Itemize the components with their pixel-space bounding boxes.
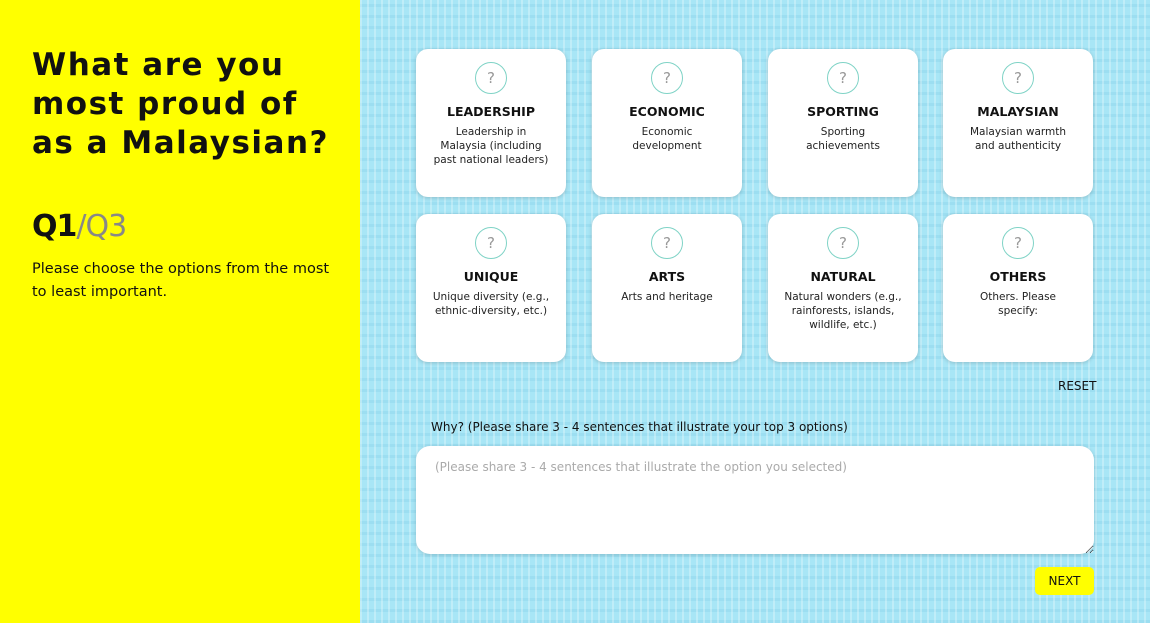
why-label: Why? (Please share 3 - 4 sentences that …	[431, 420, 848, 434]
progress-total: Q3	[85, 209, 128, 244]
option-description: Malaysian warmth and authenticity	[969, 126, 1067, 152]
question-mark-icon: ?	[475, 62, 507, 94]
question-mark-icon: ?	[475, 227, 507, 259]
question-progress: Q1/Q3	[32, 207, 128, 247]
option-description: Others. Please specify:	[979, 291, 1057, 317]
question-mark-icon: ?	[1002, 227, 1034, 259]
option-card-others[interactable]: ? OTHERS Others. Please specify:	[943, 214, 1093, 362]
option-card-unique[interactable]: ? UNIQUE Unique diversity (e.g., ethnic-…	[416, 214, 566, 362]
question-mark-icon: ?	[651, 227, 683, 259]
question-mark-icon: ?	[651, 62, 683, 94]
option-description: Arts and heritage	[621, 291, 713, 303]
option-card-sporting[interactable]: ? SPORTING Sporting achievements	[768, 49, 918, 197]
option-card-natural[interactable]: ? NATURAL Natural wonders (e.g., rainfor…	[768, 214, 918, 362]
progress-separator: /	[76, 209, 86, 244]
why-textarea[interactable]	[416, 446, 1094, 554]
option-title: ARTS	[648, 269, 686, 284]
question-mark-icon: ?	[827, 227, 859, 259]
option-description: Economic development	[632, 126, 702, 152]
question-mark-icon: ?	[1002, 62, 1034, 94]
option-card-economic[interactable]: ? ECONOMIC Economic development	[592, 49, 742, 197]
option-title: SPORTING	[807, 104, 879, 119]
option-description: Sporting achievements	[806, 126, 880, 152]
option-card-malaysian[interactable]: ? MALAYSIAN Malaysian warmth and authent…	[943, 49, 1093, 197]
question-title: What are you most proud of as a Malaysia…	[32, 47, 329, 161]
next-button[interactable]: NEXT	[1035, 567, 1094, 595]
option-title: OTHERS	[989, 269, 1047, 284]
option-description: Unique diversity (e.g., ethnic-diversity…	[432, 291, 550, 317]
option-title: UNIQUE	[463, 269, 519, 284]
option-card-arts[interactable]: ? ARTS Arts and heritage	[592, 214, 742, 362]
progress-current: Q1	[32, 209, 77, 244]
option-title: LEADERSHIP	[447, 104, 535, 119]
option-card-leadership[interactable]: ? LEADERSHIP Leadership in Malaysia (inc…	[416, 49, 566, 197]
question-mark-icon: ?	[827, 62, 859, 94]
reset-button[interactable]: RESET	[1058, 379, 1096, 393]
option-description: Natural wonders (e.g., rainforests, isla…	[784, 291, 902, 331]
option-title: ECONOMIC	[629, 104, 705, 119]
option-title: MALAYSIAN	[977, 104, 1059, 119]
option-title: NATURAL	[810, 269, 876, 284]
question-instruction: Please choose the options from the most …	[32, 261, 330, 300]
option-description: Leadership in Malaysia (including past n…	[433, 126, 549, 166]
question-panel: What are you most proud of as a Malaysia…	[0, 0, 360, 623]
